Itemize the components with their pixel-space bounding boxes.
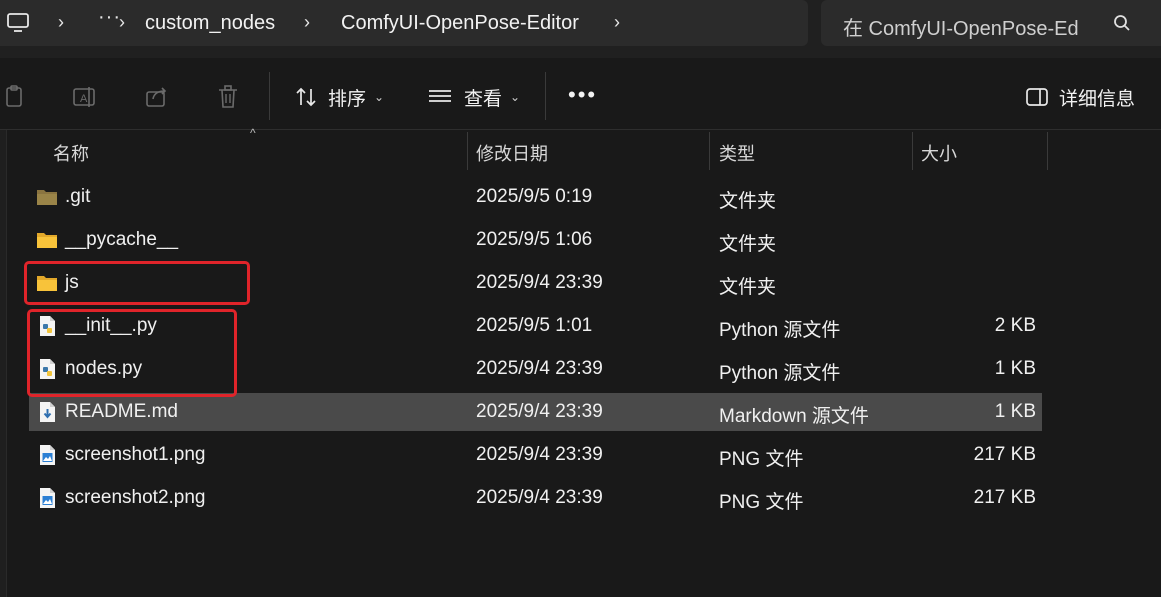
computer-icon[interactable] [6,12,32,34]
file-name: __pycache__ [65,229,179,250]
file-size: 217 KB [973,444,1036,465]
list-item[interactable]: __init__.py 2025/9/5 1:01 Python 源文件 2 K… [29,307,1042,345]
file-name: screenshot2.png [65,487,206,508]
details-label: 详细信息 [1059,88,1136,110]
view-button[interactable]: 查看 ⌄ [427,82,520,112]
file-name: nodes.py [65,358,143,379]
toolbar-divider [545,72,546,120]
breadcrumb-custom-nodes[interactable]: custom_nodes [145,12,275,35]
file-date: 2025/9/4 23:39 [476,487,603,508]
markdown-file-icon [40,402,55,422]
image-file-icon [40,488,55,508]
chevron-down-icon: ⌄ [374,90,385,104]
list-item[interactable]: js 2025/9/4 23:39 文件夹 [29,264,1042,302]
delete-icon[interactable] [216,84,242,110]
file-date: 2025/9/5 0:19 [476,186,593,207]
list-item[interactable]: README.md 2025/9/4 23:39 Markdown 源文件 1 … [29,393,1042,431]
rename-icon[interactable]: A [72,84,98,110]
chevron-right-icon[interactable]: › [58,12,64,33]
toolbar-divider [269,72,270,120]
view-label: 查看 [464,88,503,110]
file-date: 2025/9/5 1:01 [476,315,593,336]
file-type: Python 源文件 [719,363,841,384]
folder-dark-icon [37,190,57,205]
file-size: 1 KB [994,401,1036,422]
file-date: 2025/9/4 23:39 [476,401,603,422]
file-type: 文件夹 [719,277,777,298]
file-size: 217 KB [973,487,1036,508]
file-size: 1 KB [994,358,1036,379]
command-bar: A 排序 ⌄ 查看 ⌄ ••• 详细信息 [0,58,1161,130]
file-date: 2025/9/4 23:39 [476,272,603,293]
column-divider[interactable] [912,132,913,170]
more-options-button[interactable]: ••• [568,82,597,108]
python-file-icon [40,359,55,379]
file-name: js [65,272,79,293]
file-type: 文件夹 [719,191,777,212]
chevron-right-icon[interactable]: › [614,12,620,33]
column-header-name[interactable]: 名称 [53,140,89,166]
folder-icon [37,276,57,291]
file-name: README.md [65,401,178,422]
paste-icon[interactable] [2,84,28,110]
column-divider[interactable] [709,132,710,170]
file-date: 2025/9/4 23:39 [476,444,603,465]
file-type: PNG 文件 [719,492,804,513]
view-list-icon [429,90,451,102]
details-pane-button[interactable]: 详细信息 [1025,82,1135,112]
address-bar[interactable]: › ··· › custom_nodes › ComfyUI-OpenPose-… [0,0,808,46]
share-icon[interactable] [144,84,170,110]
column-header-date[interactable]: 修改日期 [476,140,548,166]
chevron-right-icon[interactable]: › [119,12,125,33]
file-type: Python 源文件 [719,320,841,341]
address-row: › ··· › custom_nodes › ComfyUI-OpenPose-… [0,0,1161,58]
list-item[interactable]: .git 2025/9/5 0:19 文件夹 [29,178,1042,216]
folder-icon [37,233,57,248]
column-divider[interactable] [467,132,468,170]
svg-text:A: A [80,93,88,105]
column-header-size[interactable]: 大小 [921,140,957,166]
sort-arrows-icon [296,87,316,107]
file-name: screenshot1.png [65,444,206,465]
search-input[interactable]: 在 ComfyUI-OpenPose-Ed [821,0,1161,46]
chevron-down-icon: ⌄ [510,90,521,104]
breadcrumb-overflow[interactable]: ··· [98,6,121,29]
breadcrumb-current-folder[interactable]: ComfyUI-OpenPose-Editor [341,12,579,35]
python-file-icon [40,316,55,336]
file-name: __init__.py [65,315,157,336]
list-item[interactable]: nodes.py 2025/9/4 23:39 Python 源文件 1 KB [29,350,1042,388]
file-date: 2025/9/4 23:39 [476,358,603,379]
list-item[interactable]: __pycache__ 2025/9/5 1:06 文件夹 [29,221,1042,259]
file-size: 2 KB [994,315,1036,336]
file-type: PNG 文件 [719,449,804,470]
list-item[interactable]: screenshot1.png 2025/9/4 23:39 PNG 文件 21… [29,436,1042,474]
image-file-icon [40,445,55,465]
sort-button[interactable]: 排序 ⌄ [294,82,384,112]
list-item[interactable]: screenshot2.png 2025/9/4 23:39 PNG 文件 21… [29,479,1042,517]
search-placeholder: 在 ComfyUI-OpenPose-Ed [843,18,1079,40]
column-header-type[interactable]: 类型 [719,140,755,166]
file-type: Markdown 源文件 [719,406,869,427]
column-divider[interactable] [1047,132,1048,170]
file-date: 2025/9/5 1:06 [476,229,593,250]
file-type: 文件夹 [719,234,777,255]
details-pane-icon [1026,88,1048,106]
sort-label: 排序 [328,88,367,110]
file-name: .git [65,186,91,207]
sort-ascending-icon: ^ [250,126,256,140]
chevron-right-icon[interactable]: › [304,12,310,33]
search-icon[interactable] [1113,14,1131,32]
navigation-pane-edge[interactable] [0,130,7,597]
